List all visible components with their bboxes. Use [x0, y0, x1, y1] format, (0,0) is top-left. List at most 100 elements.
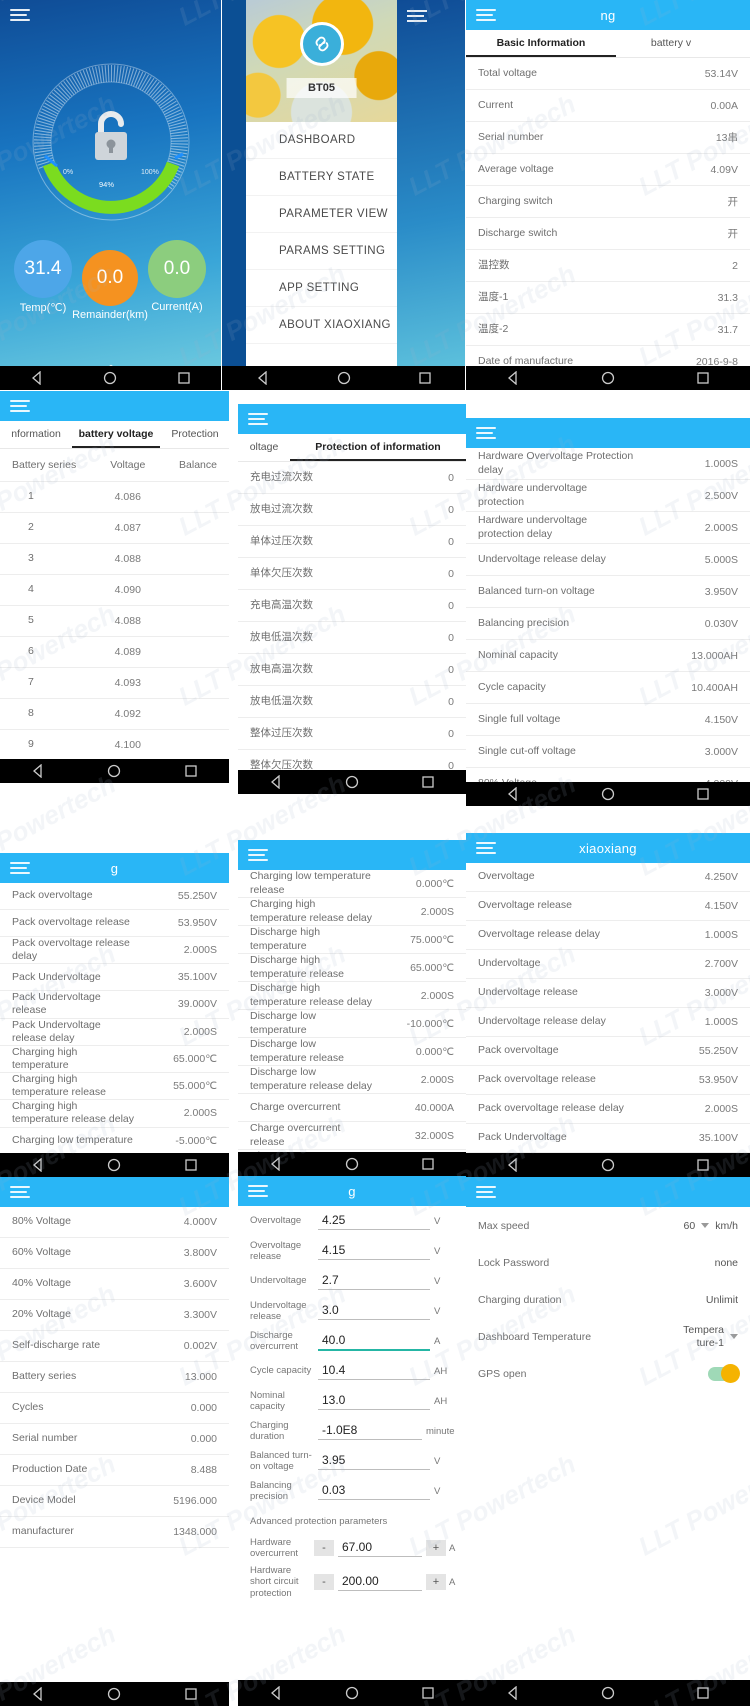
decrement-button[interactable]: -: [314, 1574, 334, 1591]
table-row[interactable]: Charging high temperature release delay 2…: [238, 898, 466, 926]
menu-icon-scrim[interactable]: [407, 10, 465, 22]
recents-icon[interactable]: [184, 1158, 198, 1172]
table-row[interactable]: Charging switch 开: [466, 186, 750, 218]
advanced-form-row[interactable]: Hardware short circuit protection -200.00…: [238, 1565, 466, 1599]
recents-icon[interactable]: [418, 371, 432, 385]
table-row[interactable]: 温控数 2: [466, 250, 750, 282]
form-row[interactable]: Cycle capacity 10.4 AH: [238, 1356, 466, 1386]
menu-item-battery-state[interactable]: BATTERY STATE: [246, 159, 397, 196]
setting-control[interactable]: 60 km/h: [684, 1220, 738, 1232]
table-row[interactable]: 温度-1 31.3: [466, 282, 750, 314]
home-icon[interactable]: [601, 1158, 615, 1172]
setting-row[interactable]: Lock Password none: [466, 1244, 750, 1281]
table-row[interactable]: 7 4.093: [0, 668, 229, 699]
back-icon[interactable]: [269, 1157, 283, 1171]
home-icon[interactable]: [345, 1157, 359, 1171]
menu-icon[interactable]: [10, 400, 36, 412]
table-row[interactable]: 20% Voltage 3.300V: [0, 1300, 229, 1331]
table-row[interactable]: Self-discharge rate 0.002V: [0, 1331, 229, 1362]
table-row[interactable]: Discharge low temperature release delay 2…: [238, 1066, 466, 1094]
table-row[interactable]: Total voltage 53.14V: [466, 58, 750, 90]
home-icon[interactable]: [107, 1158, 121, 1172]
recents-icon[interactable]: [184, 764, 198, 778]
recents-icon[interactable]: [696, 1158, 710, 1172]
back-icon[interactable]: [269, 1686, 283, 1700]
table-row[interactable]: 单体过压次数 0: [238, 526, 466, 558]
tab-protection[interactable]: Protection: [160, 421, 229, 448]
form-row[interactable]: Overvoltage release 4.15 V: [238, 1236, 466, 1266]
form-row[interactable]: Undervoltage release 3.0 V: [238, 1296, 466, 1326]
toggle-knob[interactable]: [721, 1363, 740, 1383]
table-row[interactable]: Discharge high temperature 75.000℃: [238, 926, 466, 954]
recents-icon[interactable]: [421, 775, 435, 789]
back-icon[interactable]: [256, 371, 270, 385]
table-row[interactable]: Balancing precision 0.030V: [466, 608, 750, 640]
home-icon[interactable]: [601, 1686, 615, 1700]
setting-row[interactable]: Dashboard Temperature Tempera ture-1: [466, 1318, 750, 1355]
table-row[interactable]: Charging high temperature release 55.000℃: [0, 1073, 229, 1101]
back-icon[interactable]: [30, 371, 44, 385]
form-row[interactable]: Balancing precision 0.03 V: [238, 1476, 466, 1506]
home-icon[interactable]: [337, 371, 351, 385]
home-icon[interactable]: [345, 775, 359, 789]
table-row[interactable]: Undervoltage release delay 1.000S: [466, 1008, 750, 1037]
bluetooth-link-icon[interactable]: [299, 22, 344, 66]
menu-icon[interactable]: [476, 427, 502, 439]
menu-icon[interactable]: [476, 1186, 502, 1198]
table-row[interactable]: Hardware Overvoltage Protection delay 1.0…: [466, 448, 750, 480]
table-row[interactable]: Single full voltage 4.150V: [466, 704, 750, 736]
form-row[interactable]: Nominal capacity 13.0 AH: [238, 1386, 466, 1416]
gps-toggle[interactable]: [708, 1363, 740, 1383]
tab-voltage[interactable]: oltage: [238, 434, 290, 461]
table-row[interactable]: Current 0.00A: [466, 90, 750, 122]
table-row[interactable]: 8 4.092: [0, 699, 229, 730]
home-icon[interactable]: [345, 1686, 359, 1700]
field-input[interactable]: 40.0: [318, 1332, 430, 1351]
recents-icon[interactable]: [696, 1686, 710, 1700]
back-icon[interactable]: [506, 1158, 520, 1172]
menu-item-parameter-view[interactable]: PARAMETER VIEW: [246, 196, 397, 233]
recents-icon[interactable]: [696, 787, 710, 801]
drawer-scrim[interactable]: [397, 0, 465, 366]
back-icon[interactable]: [269, 775, 283, 789]
field-input[interactable]: 2.7: [318, 1272, 430, 1290]
table-row[interactable]: 9 4.100: [0, 730, 229, 759]
lock-open-icon[interactable]: [87, 108, 135, 164]
setting-control[interactable]: Unlimit: [706, 1294, 738, 1306]
menu-item-about-xiaoxiang[interactable]: ABOUT XIAOXIANG: [246, 307, 397, 344]
table-row[interactable]: Pack overvoltage release 53.950V: [466, 1066, 750, 1095]
field-input[interactable]: 13.0: [318, 1392, 430, 1410]
table-row[interactable]: Charge overcurrent 40.000A: [238, 1094, 466, 1122]
table-row[interactable]: Date of manufacture 2016-9-8: [466, 346, 750, 366]
menu-icon[interactable]: [476, 9, 502, 21]
table-row[interactable]: 放电低温次数 0: [238, 686, 466, 718]
table-row[interactable]: Cycle capacity 10.400AH: [466, 672, 750, 704]
form-row[interactable]: Overvoltage 4.25 V: [238, 1206, 466, 1236]
recents-icon[interactable]: [184, 1687, 198, 1701]
table-row[interactable]: Hardware undervoltage protection 2.500V: [466, 480, 750, 512]
field-input[interactable]: 0.03: [318, 1482, 430, 1500]
table-row[interactable]: Pack overvoltage release 53.950V: [0, 910, 229, 937]
back-icon[interactable]: [31, 1687, 45, 1701]
table-row[interactable]: Serial number 0.000: [0, 1424, 229, 1455]
table-row[interactable]: 充电高温次数 0: [238, 590, 466, 622]
table-row[interactable]: 6 4.089: [0, 637, 229, 668]
table-row[interactable]: Pack overvoltage release delay 2.000S: [0, 937, 229, 965]
menu-icon[interactable]: [248, 849, 274, 861]
table-row[interactable]: 2 4.087: [0, 513, 229, 544]
table-row[interactable]: Undervoltage release 3.000V: [466, 979, 750, 1008]
table-row[interactable]: Charge overcurrent release 32.000S: [238, 1122, 466, 1150]
table-row[interactable]: Pack overvoltage release delay 2.000S: [466, 1095, 750, 1124]
table-row[interactable]: Discharge low temperature release 0.000℃: [238, 1038, 466, 1066]
table-row[interactable]: 5 4.088: [0, 606, 229, 637]
field-input[interactable]: 4.15: [318, 1242, 430, 1260]
advanced-form-row[interactable]: Hardware overcurrent -67.00 + A: [238, 1531, 466, 1565]
table-row[interactable]: Discharge high temperature release 65.000…: [238, 954, 466, 982]
menu-icon[interactable]: [10, 1186, 36, 1198]
table-row[interactable]: Undervoltage release delay 5.000S: [466, 544, 750, 576]
form-row[interactable]: Balanced turn-on voltage 3.95 V: [238, 1446, 466, 1476]
menu-icon[interactable]: [248, 413, 274, 425]
chevron-down-icon[interactable]: [701, 1223, 710, 1228]
increment-button[interactable]: +: [426, 1540, 446, 1556]
recents-icon[interactable]: [421, 1157, 435, 1171]
